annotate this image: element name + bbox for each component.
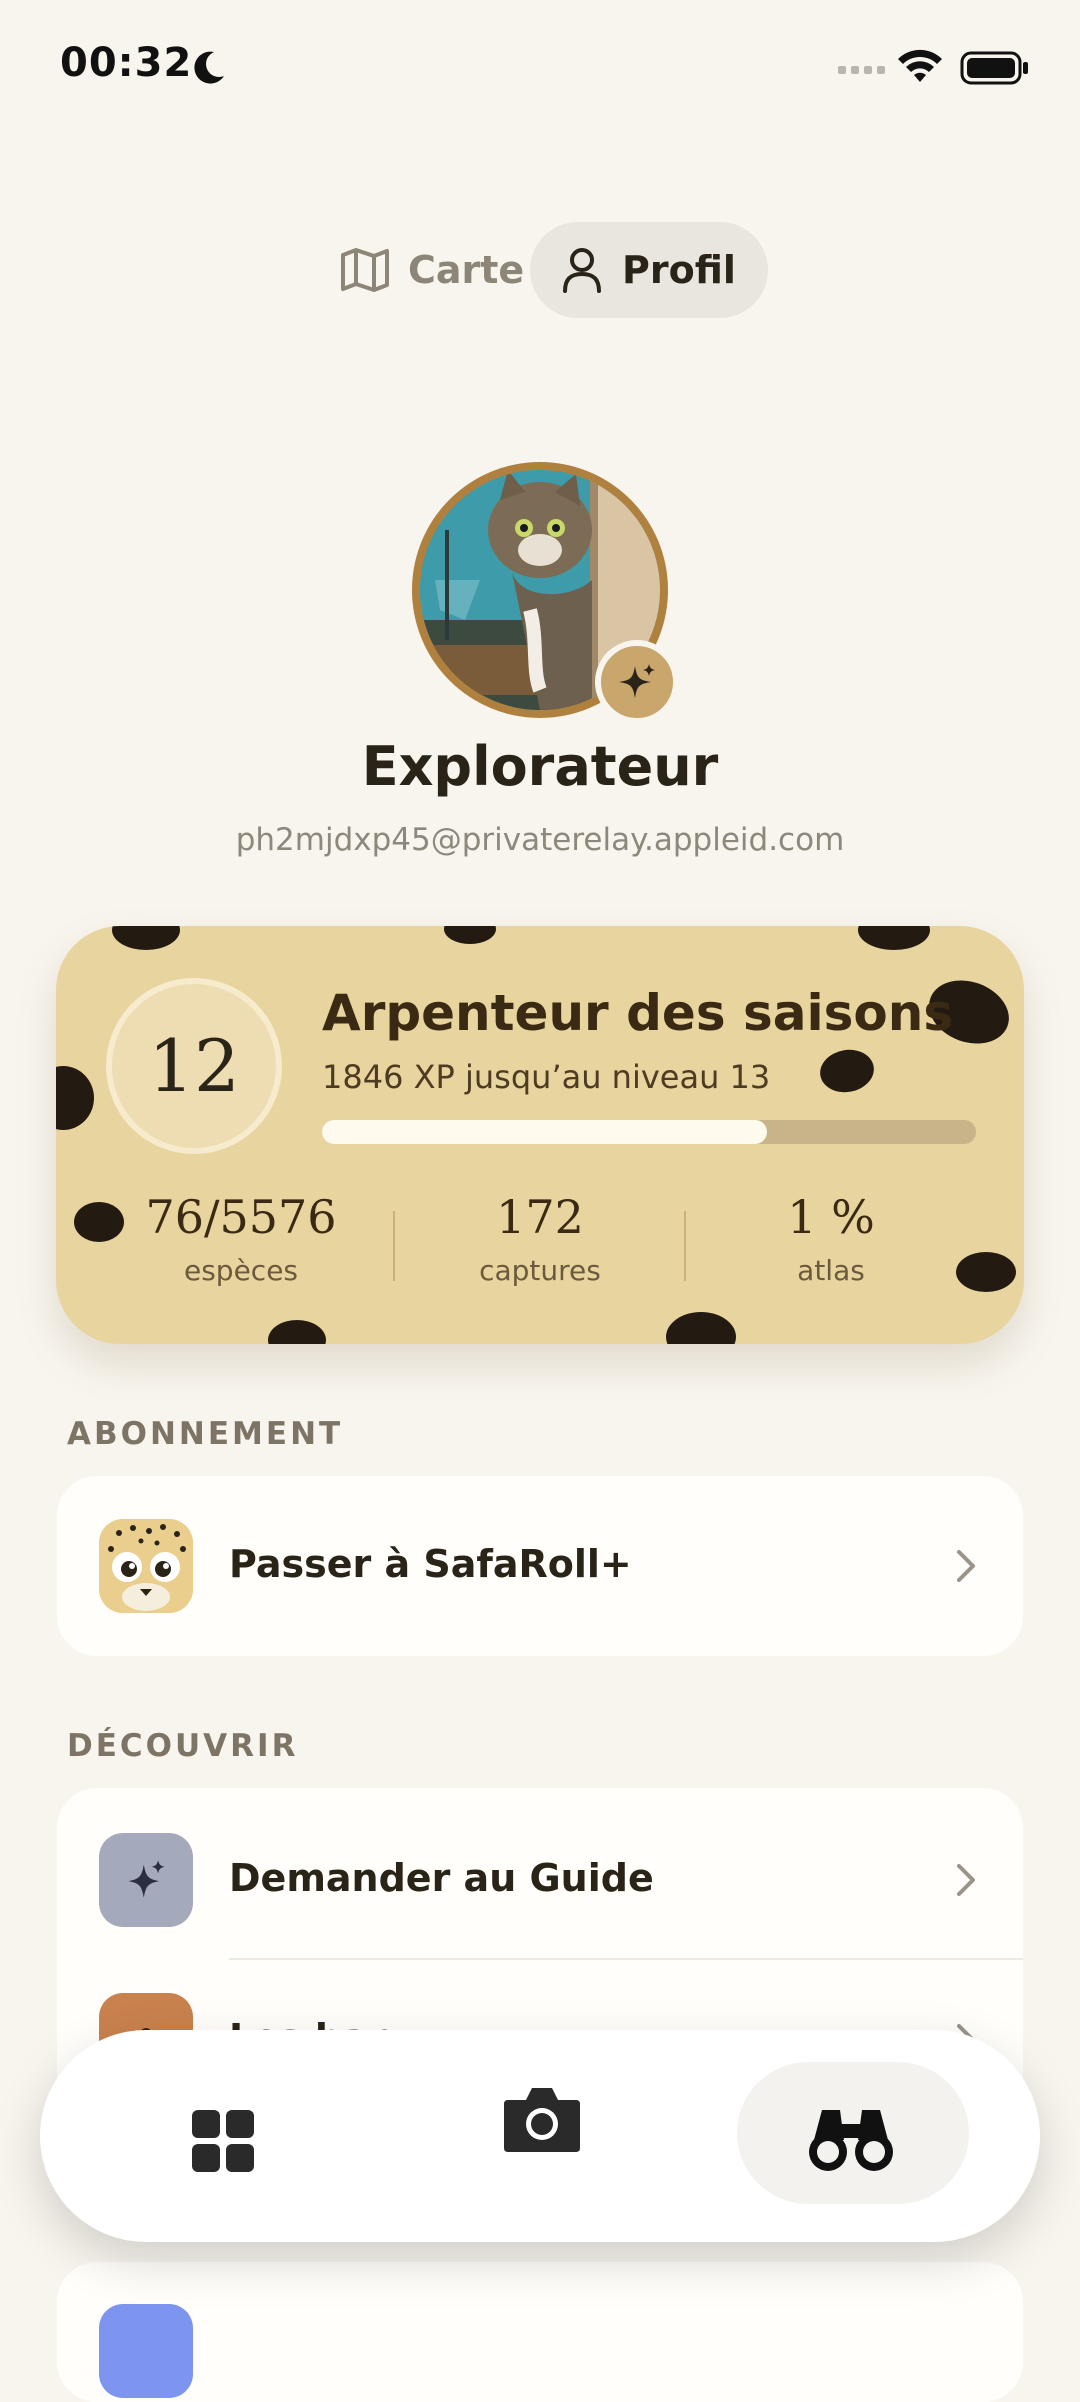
tab-profil[interactable]: Profil <box>530 222 768 318</box>
ask-guide-label: Demander au Guide <box>229 1856 654 1900</box>
level-title: Arpenteur des saisons <box>322 984 954 1042</box>
tab-carte-label: Carte <box>408 248 525 292</box>
card-spot <box>112 926 180 950</box>
cheetah-mascot-icon <box>99 1519 193 1613</box>
stat-value: 1 % <box>787 1190 875 1244</box>
level-card[interactable]: 12 Arpenteur des saisons 1846 XP jusqu’a… <box>56 926 1024 1344</box>
stat-label: espèces <box>183 1254 299 1287</box>
card-spot <box>816 1045 878 1097</box>
row-divider <box>229 1958 1023 1960</box>
card-spot <box>666 1312 736 1344</box>
wifi-icon <box>898 49 942 82</box>
card-spot <box>56 1066 94 1130</box>
cellular-signal-icon <box>838 66 885 74</box>
moon-icon <box>194 51 224 84</box>
next-section-card <box>57 2262 1023 2402</box>
chevron-right-icon <box>957 1864 975 1896</box>
status-time: 00:32 <box>60 40 193 86</box>
person-icon <box>563 248 602 293</box>
level-xp-text: 1846 XP jusqu’au niveau 13 <box>322 1058 771 1096</box>
sparkle-icon <box>619 664 655 698</box>
section-abonnement-header: ABONNEMENT <box>67 1416 344 1452</box>
card-spot <box>858 926 930 950</box>
guide-icon <box>99 1833 193 1927</box>
chevron-right-icon <box>957 1550 975 1582</box>
tab-bar <box>40 2030 1040 2242</box>
avatar-badge <box>595 640 679 724</box>
xp-progress-fill <box>322 1120 767 1144</box>
card-spot <box>268 1320 326 1344</box>
tab-profil-label: Profil <box>622 248 736 292</box>
card-spot <box>444 926 496 944</box>
tab-carte[interactable]: Carte <box>340 222 540 318</box>
grid-icon[interactable] <box>190 2108 256 2174</box>
app-icon <box>99 2304 193 2398</box>
level-number: 12 <box>106 978 282 1154</box>
stat-especes: 76/5576 espèces <box>96 1190 386 1287</box>
sparkle-icon <box>128 1860 165 1898</box>
map-icon <box>341 248 389 292</box>
battery-icon <box>960 51 1028 85</box>
stat-label: captures <box>479 1254 601 1287</box>
stat-label: atlas <box>797 1254 865 1287</box>
profile-name: Explorateur <box>361 735 719 798</box>
stat-value: 172 <box>496 1190 584 1244</box>
camera-icon[interactable] <box>502 2084 582 2156</box>
section-decouvrir-header: DÉCOUVRIR <box>67 1728 299 1764</box>
stat-value: 76/5576 <box>145 1190 337 1244</box>
xp-progress-bar <box>322 1120 976 1144</box>
stat-captures: 172 captures <box>395 1190 685 1287</box>
subscription-label: Passer à SafaRoll+ <box>229 1542 632 1586</box>
profile-email: ph2mjdxp45@privaterelay.appleid.com <box>235 822 845 858</box>
stat-atlas: 1 % atlas <box>686 1190 976 1287</box>
binoculars-icon[interactable] <box>804 2100 898 2174</box>
subscription-row[interactable]: Passer à SafaRoll+ <box>57 1476 1023 1656</box>
